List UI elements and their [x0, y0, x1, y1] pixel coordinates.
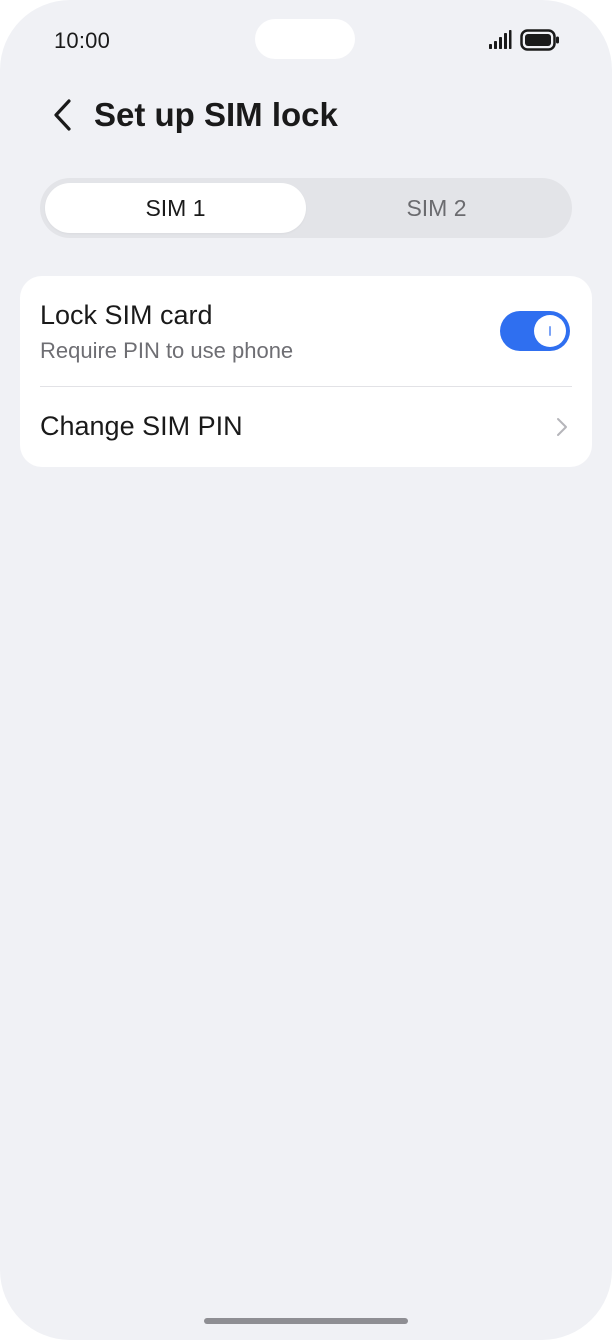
lock-sim-card-subtitle: Require PIN to use phone: [40, 338, 294, 363]
tab-sim-1[interactable]: SIM 1: [45, 183, 306, 233]
change-sim-pin-title: Change SIM PIN: [40, 411, 243, 441]
lock-sim-card-toggle[interactable]: [500, 311, 570, 351]
page-title: Set up SIM lock: [94, 96, 338, 133]
camera-island: [255, 19, 355, 59]
lock-sim-card-title: Lock SIM card: [40, 300, 213, 330]
lock-sim-card-row[interactable]: Lock SIM card Require PIN to use phone: [20, 276, 592, 386]
chevron-left-icon[interactable]: [44, 96, 80, 134]
home-indicator[interactable]: [204, 1318, 408, 1324]
chevron-right-icon: [557, 418, 567, 436]
sim-tabs: SIM 1 SIM 2: [40, 178, 572, 238]
tab-sim-2[interactable]: SIM 2: [306, 183, 567, 233]
status-icons: [488, 29, 560, 51]
change-sim-pin-row[interactable]: Change SIM PIN: [20, 387, 592, 467]
status-time: 10:00: [54, 28, 111, 53]
toggle-on-mark: [549, 326, 551, 336]
toggle-knob: [534, 315, 566, 347]
settings-card: Lock SIM card Require PIN to use phone C…: [20, 276, 592, 467]
signal-bars-icon: [489, 30, 512, 49]
phone-screen: 10:00 Set up SIM lock SIM 1 SIM 2 Lock S…: [0, 0, 612, 1340]
battery-full-icon: [520, 29, 559, 51]
